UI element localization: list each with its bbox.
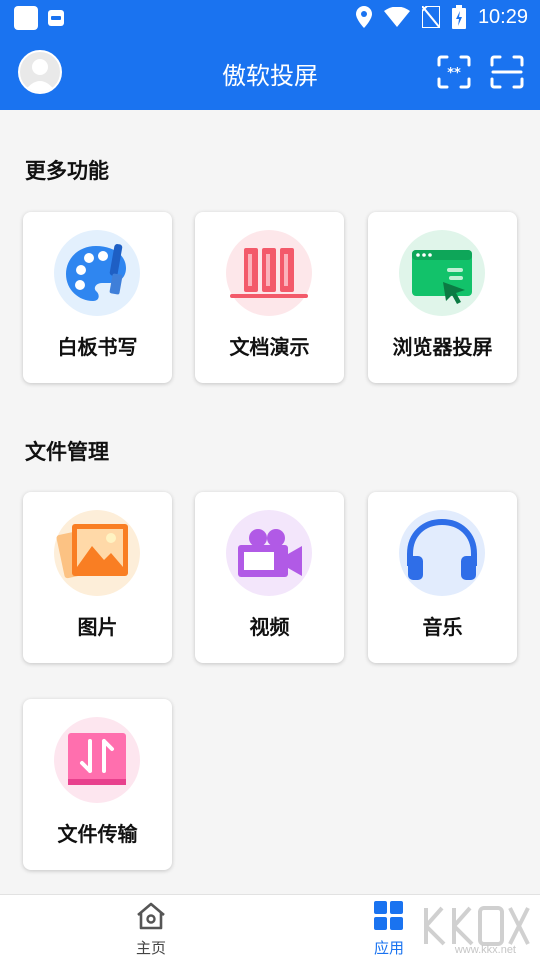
status-time: 10:29 xyxy=(477,5,528,28)
file-transfer-label: 文件传输 xyxy=(57,822,138,846)
image-icon xyxy=(54,510,140,596)
scan-icon[interactable] xyxy=(489,54,525,90)
location-icon xyxy=(355,6,372,28)
document-card[interactable]: 文档演示 xyxy=(195,212,344,383)
watermark-url: www.kkx.net xyxy=(454,944,516,956)
section-title-file-management: 文件管理 xyxy=(25,440,109,464)
headphones-icon xyxy=(399,510,485,596)
app-header: 傲软投屏 ** xyxy=(0,36,540,110)
browser-cast-card[interactable]: 浏览器投屏 xyxy=(368,212,517,383)
section-title-more-features: 更多功能 xyxy=(25,159,109,183)
nav-home[interactable]: 主页 xyxy=(111,901,191,958)
whiteboard-card[interactable]: 白板书写 xyxy=(23,212,172,383)
wifi-icon xyxy=(383,7,410,27)
nav-home-label: 主页 xyxy=(135,939,166,957)
palette-icon xyxy=(54,230,140,316)
status-bar: 10:29 xyxy=(0,0,540,36)
video-card[interactable]: 视频 xyxy=(195,492,344,663)
no-sim-icon xyxy=(421,6,440,28)
nav-apps[interactable]: 应用 xyxy=(349,901,429,958)
screen-code-icon[interactable]: ** xyxy=(436,54,472,90)
video-camera-icon xyxy=(226,510,312,596)
books-icon xyxy=(226,230,312,316)
battery-icon xyxy=(451,5,466,29)
music-card[interactable]: 音乐 xyxy=(368,492,517,663)
browser-cast-icon xyxy=(399,230,485,316)
apps-grid-icon xyxy=(374,901,403,930)
svg-text:**: ** xyxy=(447,66,461,81)
music-label: 音乐 xyxy=(422,615,463,639)
picture-label: 图片 xyxy=(77,615,118,639)
notification-small-icon xyxy=(48,10,64,26)
home-icon xyxy=(137,902,165,930)
notification-app-icon xyxy=(14,6,38,30)
transfer-icon xyxy=(54,717,140,803)
picture-card[interactable]: 图片 xyxy=(23,492,172,663)
file-transfer-card[interactable]: 文件传输 xyxy=(23,699,172,870)
video-label: 视频 xyxy=(249,615,290,639)
browser-cast-label: 浏览器投屏 xyxy=(392,335,493,359)
nav-apps-label: 应用 xyxy=(373,939,404,957)
document-label: 文档演示 xyxy=(229,335,310,359)
whiteboard-label: 白板书写 xyxy=(57,335,138,359)
